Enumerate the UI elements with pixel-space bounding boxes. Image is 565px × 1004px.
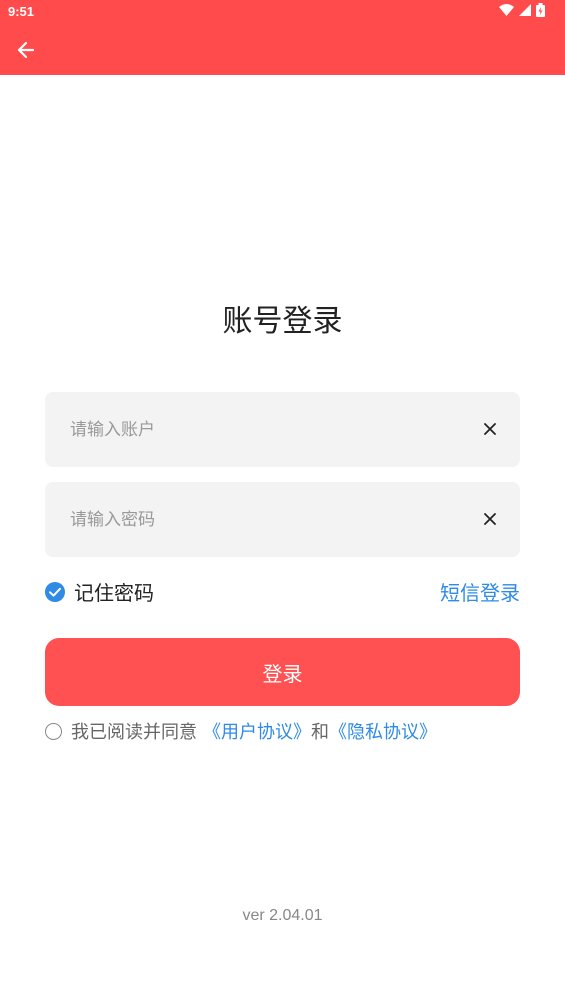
page-title: 账号登录: [222, 304, 343, 339]
clear-password-button[interactable]: [478, 507, 502, 531]
check-circle-icon: [45, 581, 65, 602]
signal-icon: [519, 4, 531, 16]
agreement-radio[interactable]: [45, 722, 62, 740]
user-agreement-link[interactable]: 《用户协议》: [203, 718, 311, 744]
status-time: 9:51: [8, 4, 35, 19]
arrow-left-icon: [17, 41, 35, 59]
password-field: [45, 482, 520, 557]
clear-account-button[interactable]: [478, 417, 502, 441]
account-field: [45, 392, 520, 467]
account-input[interactable]: [68, 392, 468, 467]
app-header: 9:51: [0, 0, 565, 75]
version-label: ver 2.04.01: [242, 907, 323, 924]
status-bar: 9:51: [0, 0, 565, 24]
wifi-icon: [499, 4, 514, 16]
remember-password-label: 记住密码: [74, 581, 154, 605]
back-button[interactable]: [12, 36, 40, 64]
login-button[interactable]: 登录: [45, 638, 520, 706]
close-icon: [484, 423, 496, 435]
agreement-row: 我已阅读并同意 《用户协议》 和 《隐私协议》: [45, 718, 437, 744]
sms-login-link[interactable]: 短信登录: [440, 577, 520, 606]
agreement-conjunction: 和: [311, 722, 329, 743]
status-icons: [499, 3, 545, 17]
agreement-prefix: 我已阅读并同意: [71, 722, 197, 743]
privacy-policy-link[interactable]: 《隐私协议》: [329, 718, 437, 744]
password-input[interactable]: [68, 482, 468, 557]
close-icon: [484, 513, 496, 525]
battery-icon: [536, 3, 545, 17]
remember-password-checkbox[interactable]: 记住密码: [45, 577, 154, 606]
